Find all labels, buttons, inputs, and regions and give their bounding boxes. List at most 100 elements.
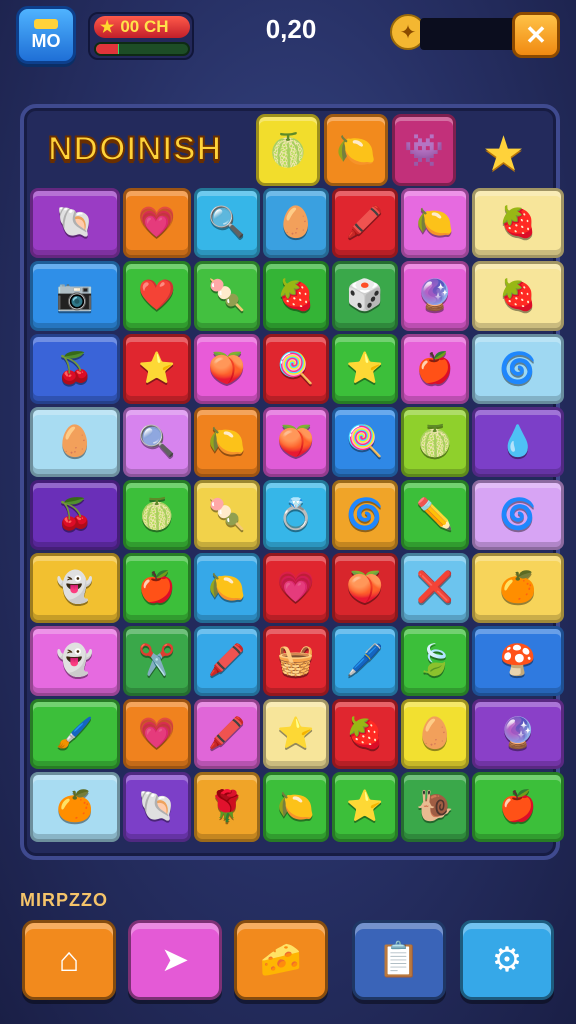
- cheese-button[interactable]: 🧀: [234, 920, 328, 1000]
- score-display: 0,20: [265, 14, 317, 44]
- pencil-icon: ✏️: [416, 498, 454, 531]
- level-badge-button[interactable]: MO: [16, 6, 76, 64]
- game-tile[interactable]: 🥚: [263, 188, 329, 258]
- game-tile[interactable]: 🍄: [472, 626, 564, 696]
- heart-icon: 💗: [138, 206, 176, 239]
- game-tile[interactable]: ⭐: [332, 772, 398, 842]
- seashell-icon: 🐚: [138, 790, 176, 823]
- game-tile[interactable]: 🌹: [194, 772, 260, 842]
- game-tile[interactable]: ⭐: [263, 699, 329, 769]
- share-button[interactable]: ➤: [128, 920, 222, 1000]
- game-tile[interactable]: 📷: [30, 261, 120, 331]
- game-tile[interactable]: 🍑: [194, 334, 260, 404]
- game-tile[interactable]: 💍: [263, 480, 329, 550]
- game-tile[interactable]: 🍎: [401, 334, 469, 404]
- game-tile[interactable]: ⭐: [123, 334, 191, 404]
- level-badge-label: MO: [31, 30, 61, 51]
- red-egg-icon: 🥚: [56, 425, 94, 458]
- game-tile[interactable]: 🍓: [263, 261, 329, 331]
- game-tile[interactable]: 🍈: [401, 407, 469, 477]
- game-tile[interactable]: 🐌: [401, 772, 469, 842]
- game-tile[interactable]: 🍑: [263, 407, 329, 477]
- game-tile[interactable]: 🔍: [123, 407, 191, 477]
- game-tile[interactable]: 🔍: [194, 188, 260, 258]
- game-tile[interactable]: 🐚: [123, 772, 191, 842]
- plum-icon: 🍑: [208, 352, 246, 385]
- purple-monster-icon: 👾: [404, 132, 444, 168]
- game-tile[interactable]: 🍑: [332, 553, 398, 623]
- game-tile[interactable]: 🍡: [194, 480, 260, 550]
- strawberry-icon: 🍓: [499, 206, 537, 239]
- game-tile[interactable]: 🧺: [263, 626, 329, 696]
- crayon-icon: 🖍️: [208, 717, 246, 750]
- close-button[interactable]: ✕: [512, 12, 560, 58]
- game-tile[interactable]: 🥚: [30, 407, 120, 477]
- game-tile[interactable]: 🖊️: [332, 626, 398, 696]
- settings-button[interactable]: ⚙: [460, 920, 554, 1000]
- game-tile[interactable]: 🍃: [401, 626, 469, 696]
- spiral-icon: 🌀: [499, 352, 537, 385]
- scissors-icon: ✂️: [138, 644, 176, 677]
- game-tile[interactable]: 🍓: [472, 188, 564, 258]
- game-tile[interactable]: 🍎: [472, 772, 564, 842]
- game-tile[interactable]: 🔮: [401, 261, 469, 331]
- game-tile[interactable]: ❤️: [123, 261, 191, 331]
- game-tile[interactable]: 🔮: [472, 699, 564, 769]
- game-tile[interactable]: 🌀: [332, 480, 398, 550]
- game-tile[interactable]: 💗: [263, 553, 329, 623]
- level-title: NDOINISH: [47, 129, 223, 169]
- list-button[interactable]: 📋: [352, 920, 446, 1000]
- game-tile[interactable]: 🍒: [30, 480, 120, 550]
- game-tile[interactable]: 💗: [123, 699, 191, 769]
- game-tile[interactable]: 🍡: [194, 261, 260, 331]
- plum-icon: 🍑: [277, 425, 315, 458]
- game-tile[interactable]: 🌀: [472, 334, 564, 404]
- game-tile[interactable]: 🍭: [263, 334, 329, 404]
- game-tile[interactable]: 🍈: [123, 480, 191, 550]
- heart-icon: ❤️: [138, 279, 176, 312]
- game-tile[interactable]: 🖍️: [332, 188, 398, 258]
- game-tile[interactable]: 🍋: [401, 188, 469, 258]
- dice-icon: 🎲: [346, 279, 384, 312]
- melon-icon: 🍈: [268, 132, 308, 168]
- game-tile[interactable]: 🎲: [332, 261, 398, 331]
- game-tile[interactable]: ❌: [401, 553, 469, 623]
- game-tile[interactable]: ✂️: [123, 626, 191, 696]
- game-tile[interactable]: 🍎: [123, 553, 191, 623]
- game-tile[interactable]: 👻: [30, 553, 120, 623]
- game-tile[interactable]: 🖌️: [30, 699, 120, 769]
- game-tile[interactable]: 🍒: [30, 334, 120, 404]
- game-tile[interactable]: 🍋: [263, 772, 329, 842]
- game-tile[interactable]: ⭐: [332, 334, 398, 404]
- game-tile[interactable]: 🌀: [472, 480, 564, 550]
- camera-icon: 📷: [56, 279, 94, 312]
- game-tile[interactable]: 💧: [472, 407, 564, 477]
- game-tile[interactable]: 🖍️: [194, 626, 260, 696]
- game-tile[interactable]: 🍓: [332, 699, 398, 769]
- game-tile[interactable]: 🍋: [194, 553, 260, 623]
- home-button[interactable]: ⌂: [22, 920, 116, 1000]
- top-bar: MO ★ 00 CH 0,20 ✦ ✕: [0, 0, 576, 70]
- game-tile[interactable]: 🍭: [332, 407, 398, 477]
- game-tile[interactable]: 🍊: [472, 553, 564, 623]
- board-header: NDOINISH 🍈 🍋 👾 ★: [30, 112, 550, 188]
- game-tile[interactable]: 🖍️: [194, 699, 260, 769]
- snail-icon: 🐌: [416, 790, 454, 823]
- orange-icon: 🍊: [56, 790, 94, 823]
- game-tile[interactable]: 🐚: [30, 188, 120, 258]
- bottom-label: MIRPZZO: [20, 890, 108, 910]
- goal-tile: 👾: [392, 114, 456, 186]
- game-tile[interactable]: 🍋: [194, 407, 260, 477]
- lemon-icon: 🍋: [416, 206, 454, 239]
- energy-bar-red: [96, 44, 119, 54]
- game-tile[interactable]: 🥚: [401, 699, 469, 769]
- game-tile[interactable]: 🍓: [472, 261, 564, 331]
- gear-icon: ⚙: [491, 941, 523, 979]
- star-icon: ⭐: [346, 352, 384, 385]
- game-tile[interactable]: 💗: [123, 188, 191, 258]
- game-tile[interactable]: 👻: [30, 626, 120, 696]
- blue-monster-icon: 👻: [56, 644, 94, 677]
- lollipop-icon: 🍭: [346, 425, 384, 458]
- game-tile[interactable]: ✏️: [401, 480, 469, 550]
- game-tile[interactable]: 🍊: [30, 772, 120, 842]
